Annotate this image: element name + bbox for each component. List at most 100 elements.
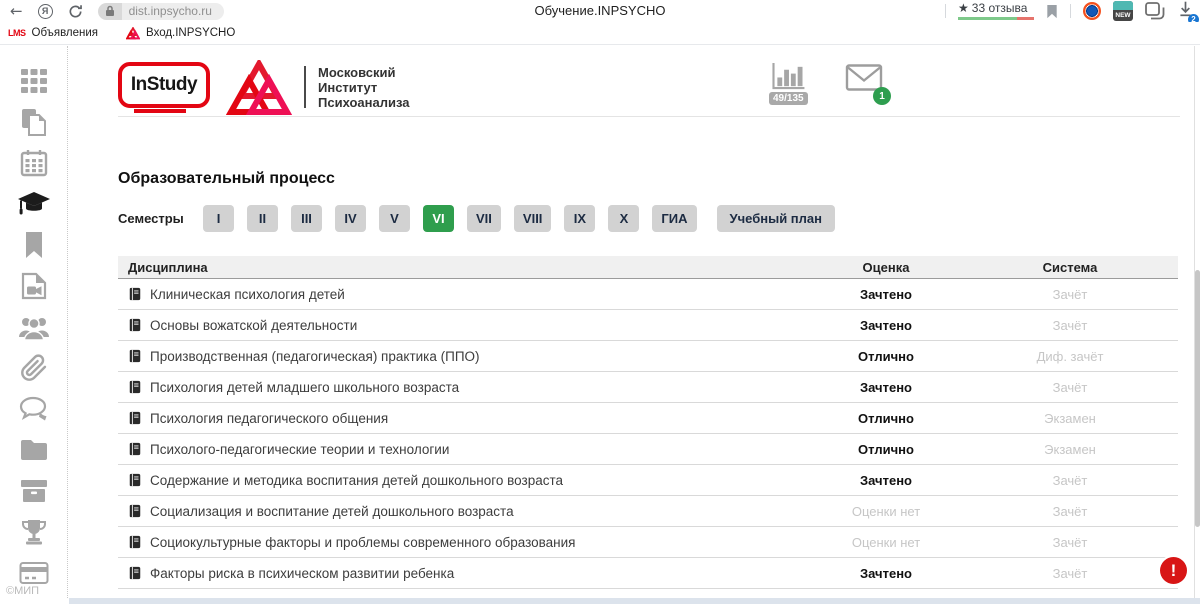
url-text[interactable]: dist.inpsycho.ru bbox=[122, 3, 224, 20]
book-icon bbox=[128, 411, 142, 425]
column-system: Система bbox=[962, 260, 1178, 275]
semester-tab-5[interactable]: V bbox=[379, 205, 410, 232]
grade-value: Зачтено bbox=[810, 566, 962, 581]
vertical-scrollbar[interactable] bbox=[1194, 46, 1200, 598]
book-icon bbox=[128, 349, 142, 363]
book-icon bbox=[128, 287, 142, 301]
mail-button[interactable]: 1 bbox=[845, 63, 883, 97]
semester-tab-3[interactable]: III bbox=[291, 205, 322, 232]
mip-logo-icon bbox=[226, 60, 292, 123]
files-icon[interactable] bbox=[17, 436, 51, 464]
table-row[interactable]: Основы вожатской деятельности Зачтено За… bbox=[118, 310, 1178, 341]
reviews-count: 33 отзыва bbox=[972, 2, 1028, 15]
alert-icon[interactable]: ! bbox=[1160, 557, 1187, 584]
semester-tab-6-active[interactable]: VI bbox=[423, 205, 454, 232]
copyright-label: ©МИП bbox=[6, 585, 39, 597]
profile-avatar-icon[interactable] bbox=[1083, 2, 1101, 20]
table-row[interactable]: Психолого-педагогические теории и технол… bbox=[118, 434, 1178, 465]
apps-grid-icon[interactable] bbox=[17, 67, 51, 95]
institute-line: Психоанализа bbox=[318, 95, 410, 110]
bar-chart-icon bbox=[769, 62, 807, 91]
grade-value: Зачтено bbox=[810, 380, 962, 395]
bookmarks-icon[interactable] bbox=[17, 231, 51, 259]
tab-curriculum[interactable]: Учебный план bbox=[717, 205, 835, 232]
instudy-logo-underline bbox=[134, 109, 186, 113]
semester-tab-gia[interactable]: ГИА bbox=[652, 205, 696, 232]
table-row[interactable]: Производственная (педагогическая) практи… bbox=[118, 341, 1178, 372]
table-row[interactable]: Социокультурные факторы и проблемы совре… bbox=[118, 527, 1178, 558]
semester-tab-10[interactable]: X bbox=[608, 205, 639, 232]
scrollbar-thumb[interactable] bbox=[1195, 270, 1200, 527]
semester-tab-2[interactable]: II bbox=[247, 205, 278, 232]
disciplines-table: Дисциплина Оценка Система Клиническая пс… bbox=[118, 256, 1178, 589]
instudy-logo-text: InStudy bbox=[131, 74, 197, 96]
reload-button[interactable] bbox=[68, 4, 83, 19]
video-materials-icon[interactable] bbox=[17, 272, 51, 300]
star-icon: ★ bbox=[958, 2, 969, 15]
system-value: Экзамен bbox=[962, 442, 1178, 457]
new-extension-icon[interactable]: NEW bbox=[1113, 1, 1133, 21]
bookmark-label: Вход.INPSYCHO bbox=[146, 27, 235, 39]
discipline-name: Основы вожатской деятельности bbox=[150, 318, 357, 333]
system-value: Зачёт bbox=[962, 318, 1178, 333]
book-icon bbox=[128, 504, 142, 518]
site-rating[interactable]: ★33 отзыва bbox=[958, 2, 1034, 20]
attachments-icon[interactable] bbox=[17, 354, 51, 382]
table-row[interactable]: Содержание и методика воспитания детей д… bbox=[118, 465, 1178, 496]
calendar-icon[interactable] bbox=[17, 149, 51, 177]
discipline-name: Психология педагогического общения bbox=[150, 411, 388, 426]
system-value: Зачёт bbox=[962, 566, 1178, 581]
downloads-button[interactable]: 2 bbox=[1177, 0, 1194, 22]
book-icon bbox=[128, 442, 142, 456]
payments-icon[interactable] bbox=[17, 559, 51, 587]
semester-tab-7[interactable]: VII bbox=[467, 205, 501, 232]
book-icon bbox=[128, 473, 142, 487]
book-icon bbox=[128, 318, 142, 332]
grade-value: Оценки нет bbox=[810, 535, 962, 550]
system-value: Зачёт bbox=[962, 287, 1178, 302]
site-header: InStudy Московский Институт Психоанализа bbox=[118, 60, 1180, 117]
semester-tab-9[interactable]: IX bbox=[564, 205, 595, 232]
rating-bar bbox=[958, 17, 1034, 20]
system-value: Зачёт bbox=[962, 473, 1178, 488]
lock-icon[interactable] bbox=[98, 3, 122, 20]
grade-value: Зачтено bbox=[810, 473, 962, 488]
bookmarks-bar: LMS Объявления Вход.INPSYCHO bbox=[0, 22, 1200, 45]
toolbar-separator bbox=[1070, 4, 1071, 18]
table-row[interactable]: Клиническая психология детей Зачтено Зач… bbox=[118, 279, 1178, 310]
achievements-icon[interactable] bbox=[17, 518, 51, 546]
semester-tab-1[interactable]: I bbox=[203, 205, 234, 232]
education-icon[interactable] bbox=[17, 190, 51, 218]
bookmark-entry[interactable]: Вход.INPSYCHO bbox=[126, 27, 235, 40]
progress-stats[interactable]: 49/135 bbox=[769, 62, 808, 105]
column-grade: Оценка bbox=[810, 260, 962, 275]
table-row[interactable]: Психология педагогического общения Отлич… bbox=[118, 403, 1178, 434]
table-row[interactable]: Социализация и воспитание детей дошкольн… bbox=[118, 496, 1178, 527]
table-row[interactable]: Факторы риска в психическом развитии реб… bbox=[118, 558, 1178, 589]
messages-icon[interactable] bbox=[17, 395, 51, 423]
grade-value: Отлично bbox=[810, 442, 962, 457]
bookmark-announcements[interactable]: LMS Объявления bbox=[8, 27, 98, 39]
discipline-name: Факторы риска в психическом развитии реб… bbox=[150, 566, 454, 581]
documents-icon[interactable] bbox=[17, 108, 51, 136]
horizontal-scrollbar[interactable] bbox=[69, 598, 1200, 604]
mail-badge: 1 bbox=[873, 87, 891, 105]
semester-tab-8[interactable]: VIII bbox=[514, 205, 552, 232]
instudy-logo[interactable]: InStudy bbox=[118, 62, 210, 108]
yandex-icon[interactable]: Я bbox=[38, 4, 53, 19]
semester-tab-4[interactable]: IV bbox=[335, 205, 366, 232]
back-button[interactable]: ← bbox=[10, 0, 23, 22]
lms-favicon: LMS bbox=[8, 28, 26, 38]
collections-icon[interactable] bbox=[1145, 2, 1165, 20]
groups-icon[interactable] bbox=[17, 313, 51, 341]
discipline-name: Социокультурные факторы и проблемы совре… bbox=[150, 535, 575, 550]
bookmark-flag-icon[interactable] bbox=[1046, 4, 1058, 19]
address-bar[interactable]: dist.inpsycho.ru bbox=[98, 3, 224, 20]
page-title: Обучение.INPSYCHO bbox=[300, 0, 900, 22]
system-value: Диф. зачёт bbox=[962, 349, 1178, 364]
discipline-name: Содержание и методика воспитания детей д… bbox=[150, 473, 563, 488]
new-extension-art bbox=[1113, 1, 1133, 10]
table-row[interactable]: Психология детей младшего школьного возр… bbox=[118, 372, 1178, 403]
column-discipline: Дисциплина bbox=[118, 260, 810, 275]
archive-icon[interactable] bbox=[17, 477, 51, 505]
